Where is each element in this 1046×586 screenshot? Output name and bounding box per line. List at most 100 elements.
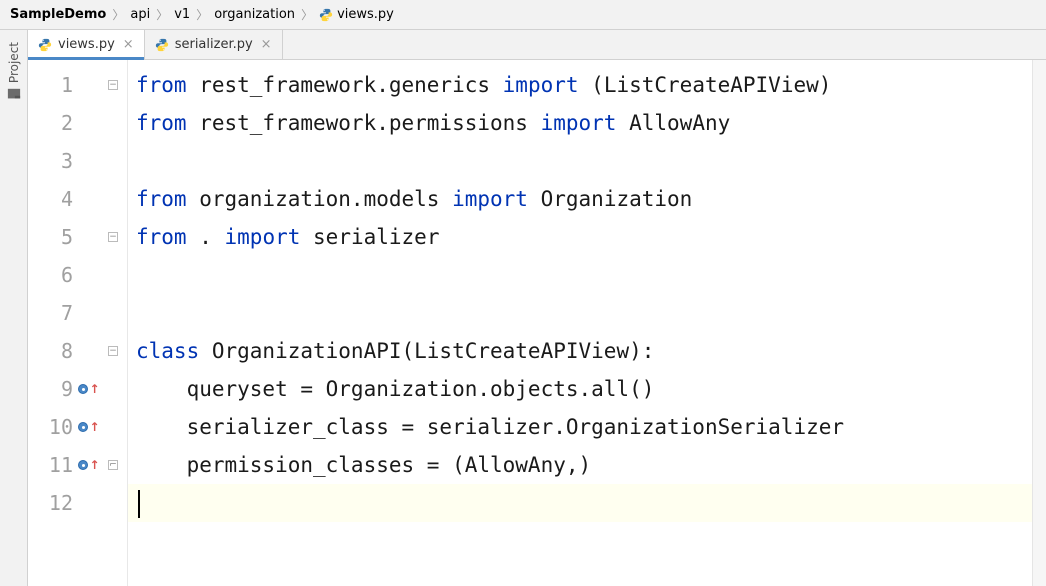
code-token: rest_framework.permissions — [199, 111, 540, 135]
line-number: 9 — [45, 377, 73, 401]
gutter-line[interactable]: 3 — [28, 142, 127, 180]
gutter-line[interactable]: 5− — [28, 218, 127, 256]
breadcrumb-item[interactable]: views.py — [319, 7, 394, 22]
line-number: 5 — [45, 225, 73, 249]
close-icon[interactable]: × — [121, 37, 136, 52]
override-marker-icon[interactable]: ↑ — [78, 383, 99, 395]
line-number: 1 — [45, 73, 73, 97]
gutter-line[interactable]: 11 ↑ ⌐ — [28, 446, 127, 484]
code-token: from — [136, 111, 199, 135]
line-number: 12 — [45, 491, 73, 515]
gutter-marker-slot: ↑ — [79, 421, 99, 433]
gutter-line[interactable]: 9↑ — [28, 370, 127, 408]
code-token: rest_framework.generics — [199, 73, 502, 97]
code-line[interactable]: from rest_framework.generics import (Lis… — [128, 66, 1032, 104]
python-file-icon — [155, 38, 169, 52]
line-number: 6 — [45, 263, 73, 287]
gutter-line[interactable]: 2 — [28, 104, 127, 142]
fold-column: − — [105, 80, 121, 90]
code-line[interactable] — [128, 484, 1032, 522]
code-token: queryset = Organization.objects.all() — [136, 377, 654, 401]
breadcrumb-separator: 〉 — [112, 6, 124, 23]
gutter-line[interactable]: 8− — [28, 332, 127, 370]
code-token: (ListCreateAPIView) — [591, 73, 831, 97]
text-caret — [138, 490, 140, 518]
code-line[interactable]: from organization.models import Organiza… — [128, 180, 1032, 218]
tab-label: views.py — [58, 37, 115, 52]
override-marker-icon[interactable]: ↑ — [78, 421, 99, 433]
code-content[interactable]: from rest_framework.generics import (Lis… — [128, 60, 1032, 586]
code-line[interactable]: queryset = Organization.objects.all() — [128, 370, 1032, 408]
gutter-line[interactable]: 1− — [28, 66, 127, 104]
fold-column: − — [105, 232, 121, 242]
code-line[interactable]: class OrganizationAPI(ListCreateAPIView)… — [128, 332, 1032, 370]
line-number: 8 — [45, 339, 73, 363]
code-token: import — [452, 187, 541, 211]
code-token: serializer_class = serializer.Organizati… — [136, 415, 844, 439]
code-line[interactable]: serializer_class = serializer.Organizati… — [128, 408, 1032, 446]
code-line[interactable] — [128, 294, 1032, 332]
fold-toggle-icon[interactable]: − — [108, 80, 118, 90]
line-number: 3 — [45, 149, 73, 173]
main-area: Project views.py×serializer.py× 1−2345−6… — [0, 30, 1046, 586]
override-marker-icon[interactable]: ↑ — [78, 459, 99, 471]
project-icon — [7, 87, 21, 101]
editor-pane: views.py×serializer.py× 1−2345−678−9↑10↑… — [28, 30, 1046, 586]
code-token: permission_classes = (AllowAny,) — [136, 453, 591, 477]
line-number: 4 — [45, 187, 73, 211]
breadcrumb-separator: 〉 — [301, 6, 313, 23]
fold-toggle-icon[interactable]: − — [108, 232, 118, 242]
breadcrumb: SampleDemo〉api〉v1〉organization〉views.py — [0, 0, 1046, 30]
project-tool-label: Project — [7, 42, 21, 83]
code-token: import — [541, 111, 630, 135]
line-number: 7 — [45, 301, 73, 325]
breadcrumb-item-label: views.py — [337, 7, 394, 22]
code-line[interactable]: from rest_framework.permissions import A… — [128, 104, 1032, 142]
code-token: serializer — [313, 225, 439, 249]
python-file-icon — [38, 38, 52, 52]
editor-tab[interactable]: serializer.py × — [145, 30, 283, 59]
code-token: from — [136, 187, 199, 211]
code-token: from — [136, 73, 199, 97]
python-file-icon — [319, 8, 333, 22]
fold-column: − — [105, 346, 121, 356]
code-token: . — [199, 225, 224, 249]
code-line[interactable] — [128, 256, 1032, 294]
gutter: 1−2345−678−9↑10↑11↑⌐12 — [28, 60, 128, 586]
code-token: Organization — [541, 187, 693, 211]
line-number: 10 — [45, 415, 73, 439]
project-tool-button[interactable]: Project — [7, 42, 21, 101]
gutter-marker-slot: ↑ — [79, 383, 99, 395]
code-token: import — [503, 73, 592, 97]
breadcrumb-item-label: api — [130, 7, 150, 22]
code-area: 1−2345−678−9↑10↑11↑⌐12 from rest_framewo… — [28, 60, 1046, 586]
code-token: import — [225, 225, 314, 249]
code-token: organization.models — [199, 187, 452, 211]
fold-end-icon[interactable]: ⌐ — [108, 460, 118, 470]
left-tool-sidebar: Project — [0, 30, 28, 586]
code-line[interactable]: from . import serializer — [128, 218, 1032, 256]
editor-tab[interactable]: views.py × — [28, 30, 145, 59]
gutter-line[interactable]: 7 — [28, 294, 127, 332]
breadcrumb-item[interactable]: SampleDemo — [10, 7, 106, 22]
line-number: 2 — [45, 111, 73, 135]
fold-column: ⌐ — [105, 460, 121, 470]
breadcrumb-item-label: SampleDemo — [10, 7, 106, 22]
gutter-line[interactable]: 4 — [28, 180, 127, 218]
breadcrumb-separator: 〉 — [196, 6, 208, 23]
breadcrumb-item[interactable]: v1 — [174, 7, 190, 22]
breadcrumb-item-label: organization — [214, 7, 295, 22]
gutter-line[interactable]: 10 ↑ — [28, 408, 127, 446]
code-line[interactable] — [128, 142, 1032, 180]
line-number: 11 — [45, 453, 73, 477]
breadcrumb-item[interactable]: api — [130, 7, 150, 22]
close-icon[interactable]: × — [259, 37, 274, 52]
code-line[interactable]: permission_classes = (AllowAny,) — [128, 446, 1032, 484]
tab-label: serializer.py — [175, 37, 253, 52]
vertical-scrollbar[interactable] — [1032, 60, 1046, 586]
gutter-line[interactable]: 12 — [28, 484, 127, 522]
breadcrumb-item-label: v1 — [174, 7, 190, 22]
gutter-line[interactable]: 6 — [28, 256, 127, 294]
fold-toggle-icon[interactable]: − — [108, 346, 118, 356]
breadcrumb-item[interactable]: organization — [214, 7, 295, 22]
